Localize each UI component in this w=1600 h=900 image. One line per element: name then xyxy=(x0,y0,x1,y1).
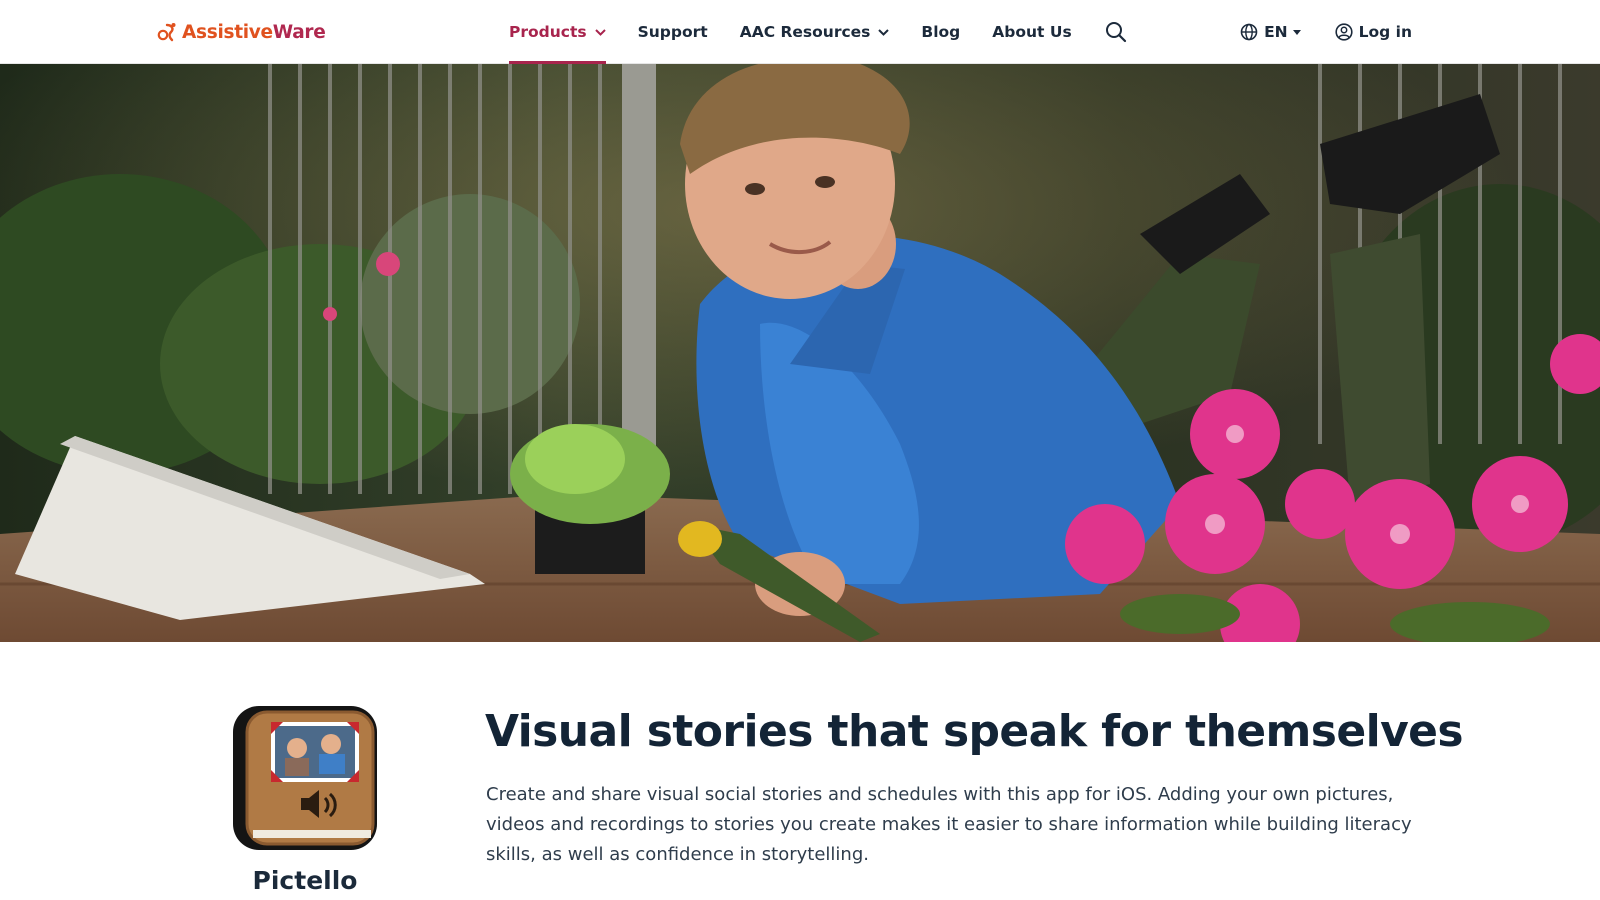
nav-item-label: Products xyxy=(509,23,587,41)
chevron-down-icon xyxy=(594,28,606,36)
site-header: AssistiveWare Products Support AAC Resou… xyxy=(0,0,1600,64)
product-description: Create and share visual social stories a… xyxy=(486,784,1412,865)
nav-item-label: AAC Resources xyxy=(739,23,871,41)
language-label: EN xyxy=(1264,23,1288,41)
header-tools: EN Log in xyxy=(1240,0,1412,64)
user-circle-icon xyxy=(1335,23,1353,41)
nav-item-products[interactable]: Products xyxy=(509,0,606,64)
app-name: Pictello xyxy=(252,866,358,895)
page-title: Visual stories that speak for themselves xyxy=(485,706,1464,757)
logo-text: AssistiveWare xyxy=(182,21,326,43)
assistiveware-logo[interactable]: AssistiveWare xyxy=(155,17,326,47)
search-icon xyxy=(1105,22,1126,43)
globe-icon xyxy=(1240,23,1258,41)
app-card: Pictello xyxy=(233,706,377,895)
login-label: Log in xyxy=(1358,23,1412,41)
pictello-app-icon[interactable] xyxy=(233,706,377,850)
nav-item-aac-resources[interactable]: AAC Resources xyxy=(740,0,890,64)
caret-down-icon xyxy=(1292,29,1301,35)
main-nav: Products Support AAC Resources Blog Abou… xyxy=(509,0,1127,64)
nav-item-support[interactable]: Support xyxy=(638,0,708,64)
nav-item-label: About Us xyxy=(992,23,1072,41)
logo-mark-icon xyxy=(157,23,176,42)
nav-item-about-us[interactable]: About Us xyxy=(992,0,1071,64)
login-link[interactable]: Log in xyxy=(1335,23,1412,41)
nav-item-label: Blog xyxy=(921,23,961,41)
nav-item-blog[interactable]: Blog xyxy=(921,0,960,64)
nav-item-label: Support xyxy=(637,23,708,41)
language-selector[interactable]: EN xyxy=(1240,23,1301,41)
search-button[interactable] xyxy=(1105,0,1127,64)
chevron-down-icon xyxy=(878,28,890,36)
hero-photo xyxy=(0,64,1600,642)
